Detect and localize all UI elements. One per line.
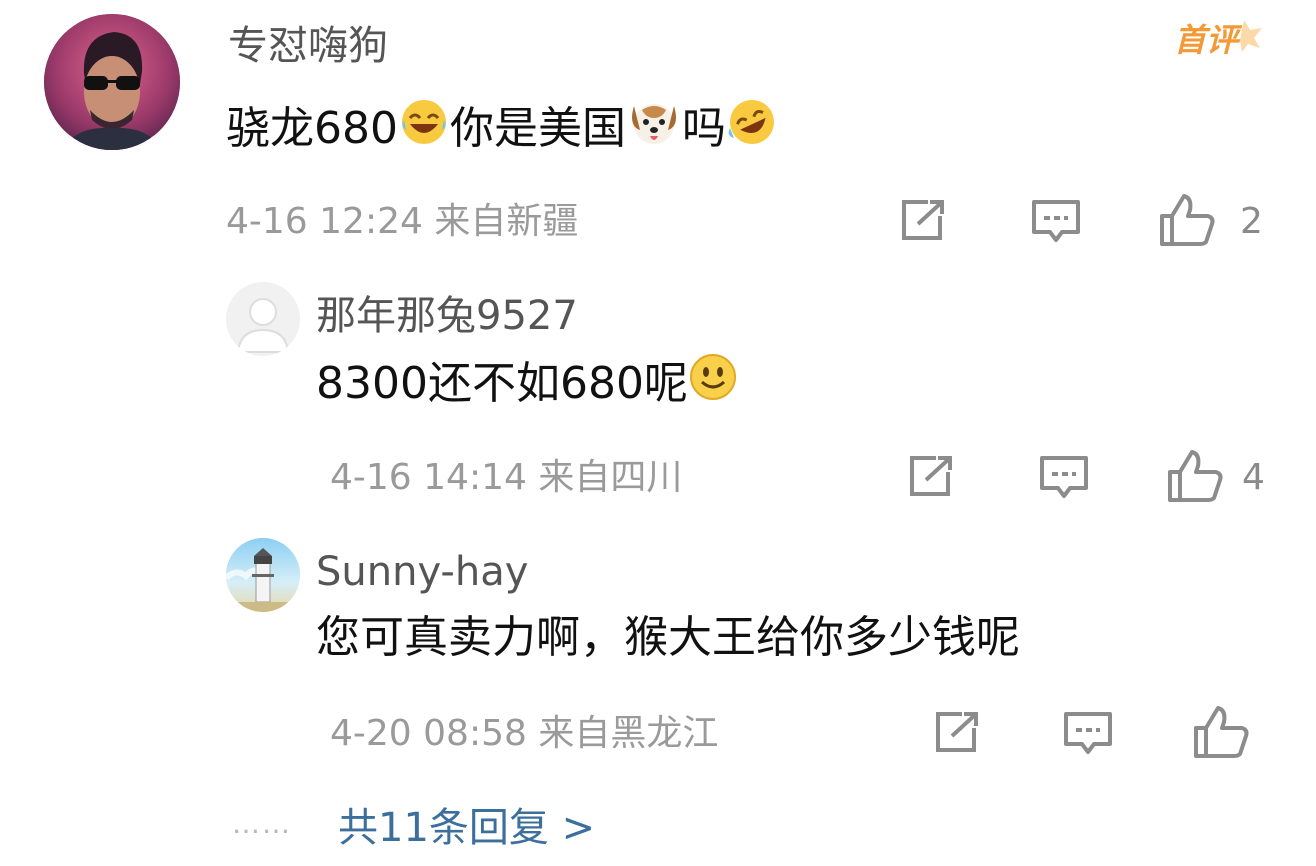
- reply-comment-icon[interactable]: [1038, 454, 1090, 502]
- default-user-icon: [226, 282, 300, 356]
- more-dots: ……: [232, 807, 292, 840]
- reply-content: 8300还不如680呢: [316, 352, 738, 420]
- comment-location: 来自新疆: [434, 201, 579, 242]
- reply-comment-icon[interactable]: [1030, 198, 1082, 246]
- reply-avatar[interactable]: [226, 282, 300, 356]
- reply-username[interactable]: 那年那兔9527: [316, 288, 578, 344]
- reply-comment-icon[interactable]: [1062, 710, 1114, 758]
- like-count: 2: [1240, 201, 1263, 242]
- rolling-laughing-emoji: [726, 96, 778, 166]
- view-more-replies-link[interactable]: 共11条回复 >: [338, 800, 595, 856]
- like-icon[interactable]: [1166, 448, 1224, 504]
- reply-avatar[interactable]: [226, 538, 300, 612]
- avatar-image: [44, 14, 180, 150]
- reply-text: 8300还不如680呢: [316, 358, 688, 409]
- share-icon[interactable]: [906, 454, 956, 500]
- comment-content: 骁龙680 你是美国 吗: [226, 96, 778, 166]
- reply-meta: 4-20 08:58 来自黑龙江: [330, 708, 718, 760]
- comment-meta: 4-16 12:24 来自新疆: [226, 196, 578, 248]
- reply-timestamp: 4-20 08:58: [330, 713, 527, 754]
- reply-location: 来自黑龙江: [538, 713, 719, 754]
- reply-username[interactable]: Sunny-hay: [316, 544, 528, 600]
- share-icon[interactable]: [898, 198, 948, 244]
- avatar[interactable]: [44, 14, 180, 150]
- reply-meta: 4-16 14:14 来自四川: [330, 452, 682, 504]
- reply-location: 来自四川: [538, 457, 683, 498]
- lighthouse-avatar-image: [226, 538, 300, 612]
- smile-emoji: [688, 352, 738, 420]
- comment-text-part-3: 吗: [681, 103, 726, 154]
- share-icon[interactable]: [932, 710, 982, 756]
- like-icon[interactable]: [1192, 704, 1250, 760]
- comment-text-part-2: 你是美国: [449, 103, 626, 154]
- comment-text-part-1: 骁龙680: [226, 103, 398, 154]
- reply-content: 您可真卖力啊，猴大王给你多少钱呢: [316, 612, 1020, 663]
- dog-face-emoji: [626, 96, 682, 166]
- first-comment-badge-label: 首评: [1174, 21, 1239, 59]
- like-count: 4: [1242, 457, 1265, 498]
- like-icon[interactable]: [1158, 192, 1216, 248]
- comment-username[interactable]: 专怼嗨狗: [228, 18, 388, 74]
- reply-timestamp: 4-16 14:14: [330, 457, 527, 498]
- laughing-tears-emoji: [398, 96, 450, 166]
- comment-timestamp: 4-16 12:24: [226, 201, 423, 242]
